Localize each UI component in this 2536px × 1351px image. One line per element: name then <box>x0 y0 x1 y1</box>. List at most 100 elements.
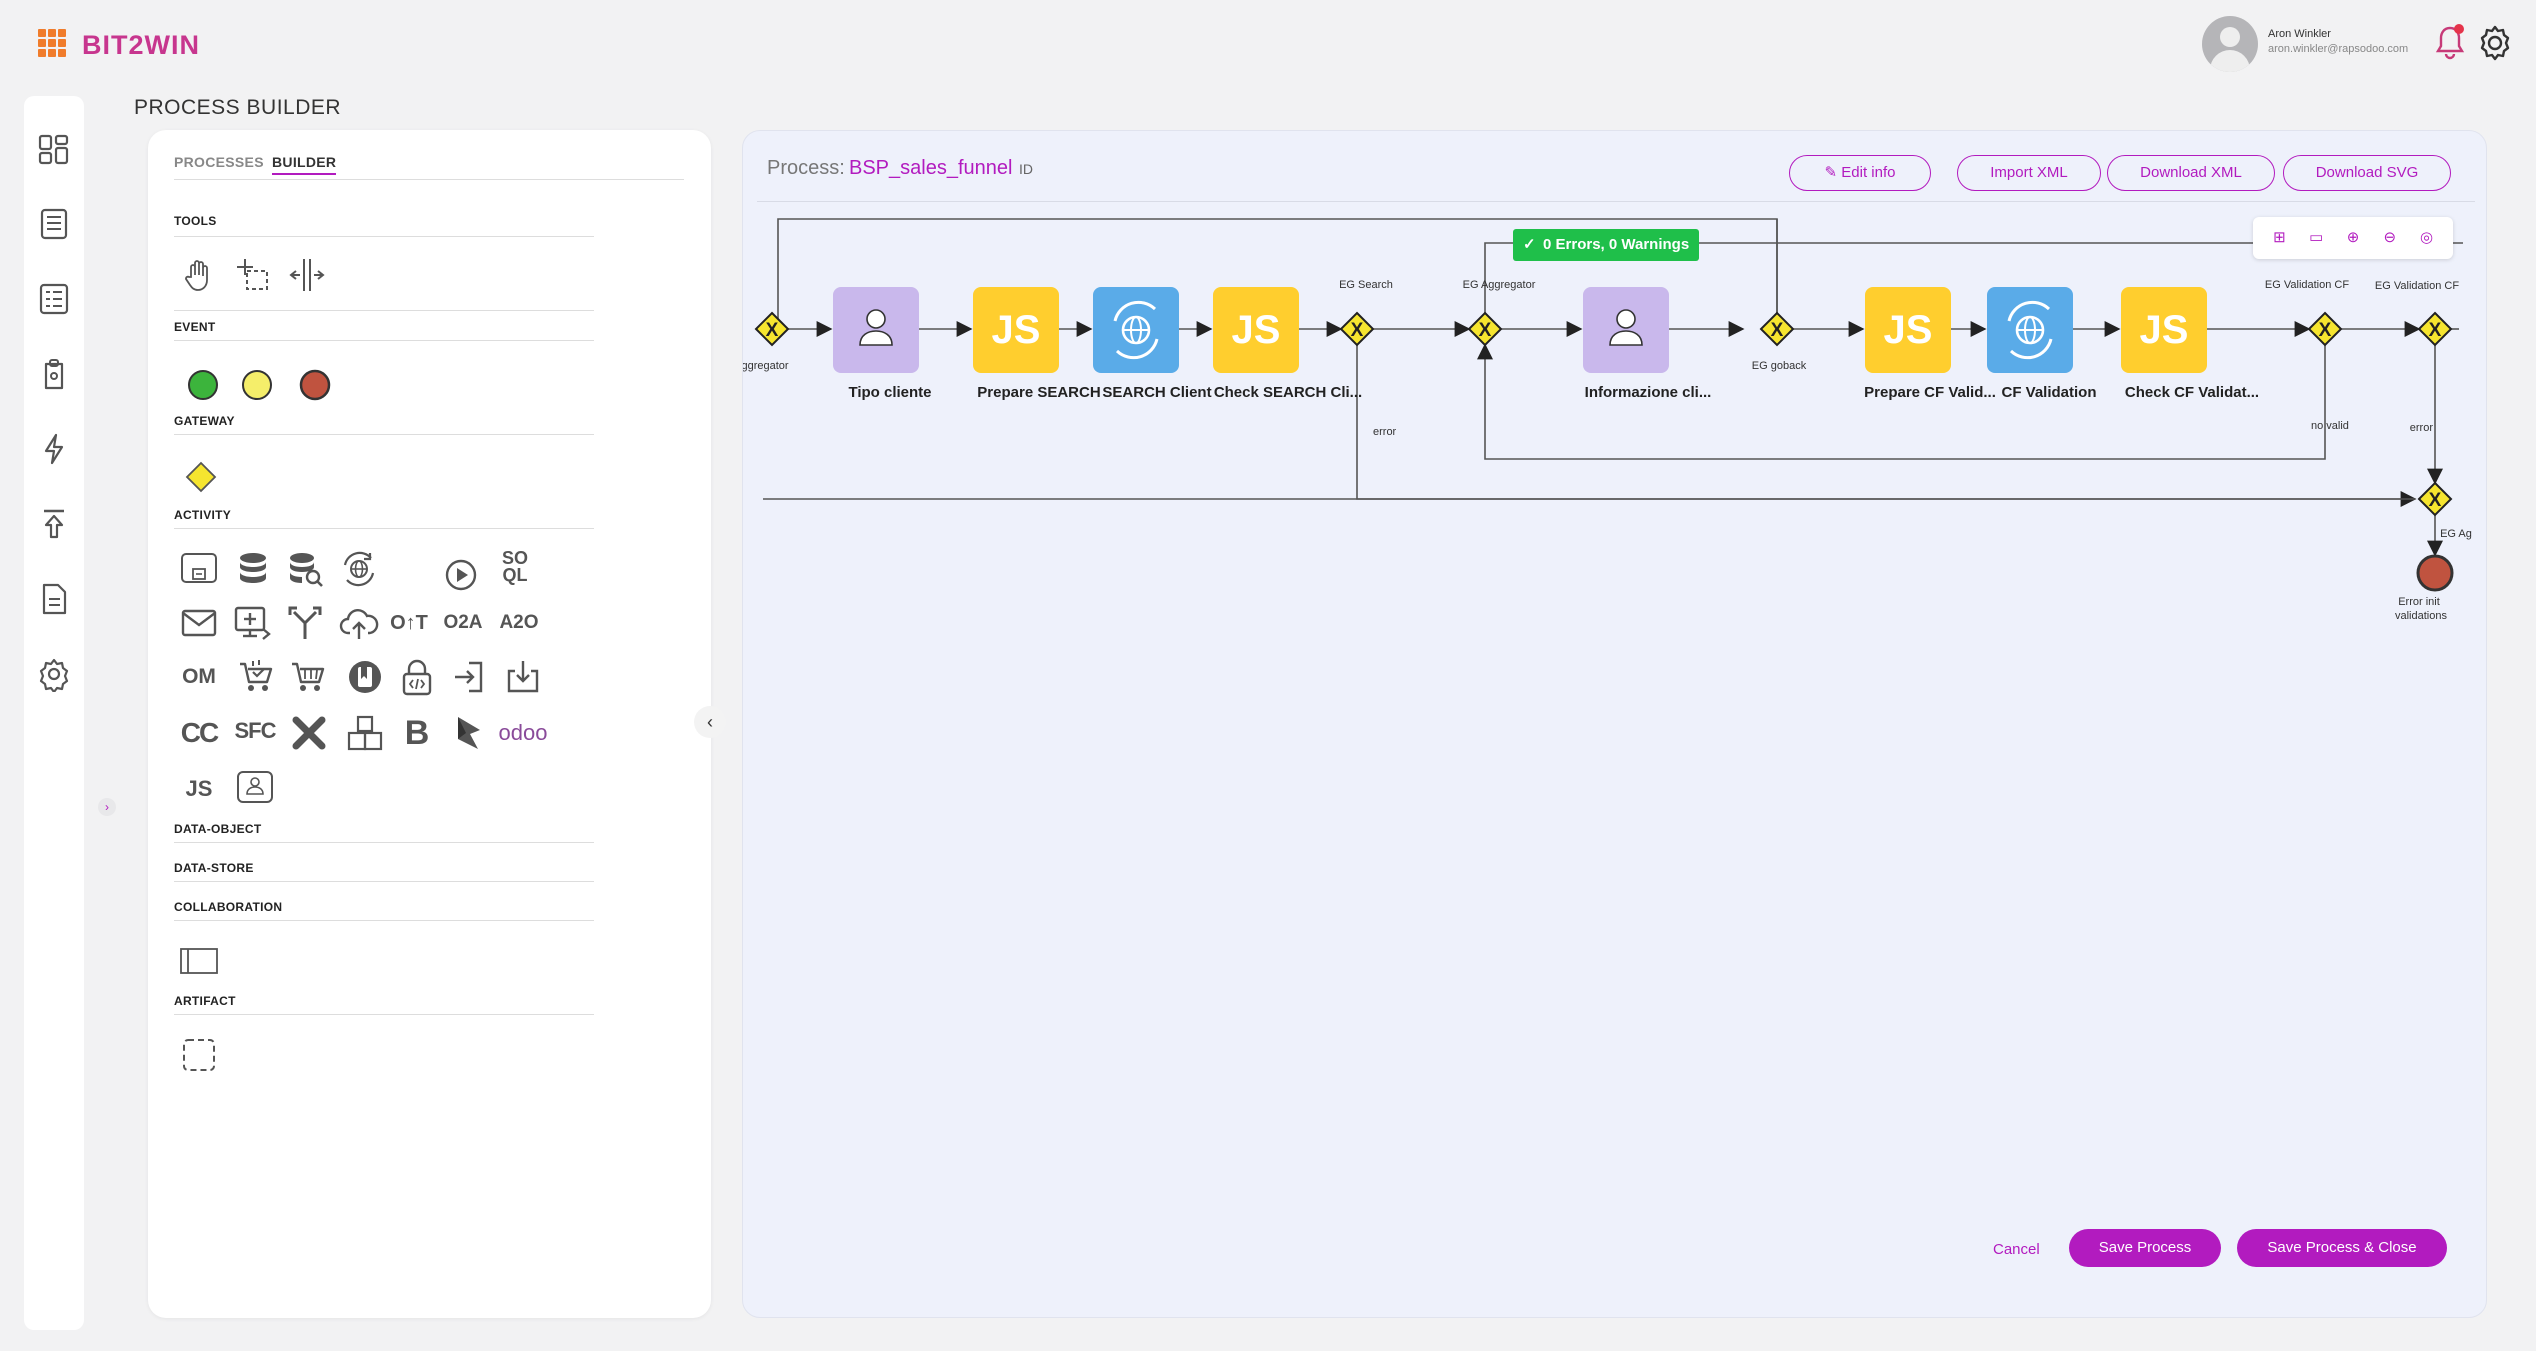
odoo-icon[interactable]: odoo <box>499 712 548 754</box>
task-check-search[interactable]: JS <box>1213 287 1299 373</box>
end-event-icon[interactable] <box>294 364 336 406</box>
subprocess-icon[interactable] <box>178 548 220 590</box>
ot-icon[interactable]: O↑T <box>388 602 430 644</box>
zoom-out-icon[interactable]: ⊖ <box>2378 226 2402 250</box>
gateway-eg-goback[interactable]: X <box>1759 311 1795 347</box>
gateway-aggregator-left[interactable]: X <box>754 311 790 347</box>
database-icon[interactable] <box>232 548 274 590</box>
bell-icon[interactable] <box>2432 22 2468 62</box>
download-tray-icon[interactable] <box>502 656 544 698</box>
gateway-label: EG Validation CF <box>2265 279 2349 291</box>
catalog-icon[interactable] <box>36 206 72 242</box>
email-icon[interactable] <box>178 602 220 644</box>
id-icon[interactable]: ID <box>1019 161 1033 177</box>
boxes-icon[interactable] <box>344 712 386 754</box>
svg-text:X: X <box>1351 320 1364 341</box>
svg-text:X: X <box>1771 320 1784 341</box>
split-icon[interactable] <box>284 602 326 644</box>
bookmark-coin-icon[interactable] <box>344 656 386 698</box>
keyboard-icon[interactable]: ▭ <box>2304 226 2328 250</box>
bpmn-diagram[interactable]: X X X X X X X JS JS JS JS Tipo cliente P… <box>743 203 2488 763</box>
process-canvas-panel: Process: BSP_sales_funnel ID ✎ Edit info… <box>742 130 2487 1318</box>
space-tool-icon[interactable] <box>286 254 328 296</box>
database-search-icon[interactable] <box>284 548 326 590</box>
a2o-icon[interactable]: A2O <box>498 602 540 644</box>
apps-grid-icon[interactable] <box>38 29 66 57</box>
dynamics-icon[interactable] <box>448 712 490 754</box>
end-event-error[interactable] <box>2416 554 2454 592</box>
gateway-eg-validation-cf-1[interactable]: X <box>2307 311 2343 347</box>
gateway-label: EG Aggregator <box>1463 279 1536 291</box>
divider <box>174 528 594 529</box>
deploy-icon[interactable] <box>36 506 72 542</box>
gateway-icon[interactable] <box>180 456 222 498</box>
hand-tool-icon[interactable] <box>178 254 220 296</box>
tab-processes[interactable]: PROCESSES <box>174 154 264 170</box>
task-prepare-search[interactable]: JS <box>973 287 1059 373</box>
gateway-eg-ag[interactable]: X <box>2417 481 2453 517</box>
task-informazione-cliente[interactable] <box>1583 287 1669 373</box>
fit-view-icon[interactable]: ◎ <box>2415 226 2439 250</box>
cc-icon[interactable]: CC <box>178 712 220 754</box>
sfc-icon[interactable]: SFC <box>234 710 277 752</box>
cloud-upload-icon[interactable] <box>338 602 380 644</box>
user-menu[interactable]: Aron Winkler aron.winkler@rapsodoo.com <box>2202 16 2422 72</box>
import-xml-button[interactable]: Import XML <box>1957 155 2101 191</box>
minimap-icon[interactable]: ⊞ <box>2267 226 2291 250</box>
flash-icon[interactable] <box>36 431 72 467</box>
tasks-icon[interactable] <box>36 281 72 317</box>
gateway-eg-search[interactable]: X <box>1339 311 1375 347</box>
sidebar-expand-button[interactable]: › <box>98 798 116 816</box>
lasso-tool-icon[interactable] <box>232 254 274 296</box>
cancel-button[interactable]: Cancel <box>1993 1241 2040 1258</box>
pool-icon[interactable] <box>178 940 220 982</box>
section-gateway: GATEWAY <box>174 414 235 428</box>
settings-icon[interactable] <box>36 656 72 692</box>
clipboard-icon[interactable] <box>36 356 72 392</box>
svg-text:X: X <box>1479 320 1492 341</box>
x-close-icon[interactable] <box>288 712 330 754</box>
divider <box>174 920 594 921</box>
save-process-close-button[interactable]: Save Process & Close <box>2237 1229 2447 1267</box>
gateway-eg-validation-cf-2[interactable]: X <box>2417 311 2453 347</box>
task-check-cf[interactable]: JS <box>2121 287 2207 373</box>
app-logo[interactable]: BIT2WIN <box>82 30 200 61</box>
dashboard-icon[interactable] <box>36 132 72 168</box>
b-icon[interactable]: B <box>396 712 438 754</box>
play-icon[interactable] <box>440 554 482 596</box>
task-tipo-cliente[interactable] <box>833 287 919 373</box>
o2a-icon[interactable]: O2A <box>442 602 484 644</box>
add-screen-icon[interactable] <box>232 602 274 644</box>
gateway-eg-aggregator[interactable]: X <box>1467 311 1503 347</box>
group-icon[interactable] <box>178 1034 220 1076</box>
login-icon[interactable] <box>448 656 490 698</box>
js-icon[interactable]: JS <box>178 768 220 810</box>
lock-code-icon[interactable] <box>396 656 438 698</box>
user-task-palette-icon[interactable] <box>234 766 276 808</box>
gear-icon[interactable] <box>2476 24 2514 62</box>
validation-badge[interactable]: 0 Errors, 0 Warnings <box>1513 229 1700 261</box>
web-service-icon[interactable] <box>338 548 380 590</box>
cart-check-icon[interactable] <box>236 656 278 698</box>
user-avatar[interactable] <box>2202 16 2258 72</box>
zoom-in-icon[interactable]: ⊕ <box>2341 226 2365 250</box>
task-search-client[interactable] <box>1093 287 1179 373</box>
task-glyph-js: JS <box>1232 308 1281 352</box>
download-svg-button[interactable]: Download SVG <box>2283 155 2451 191</box>
sidebar: › <box>24 96 116 1330</box>
soql-icon[interactable]: SO QL <box>494 546 536 588</box>
save-process-button[interactable]: Save Process <box>2069 1229 2221 1267</box>
collapse-panel-button[interactable]: ‹ <box>694 706 726 738</box>
cart-icon[interactable] <box>288 656 330 698</box>
tab-builder[interactable]: BUILDER <box>272 154 337 175</box>
download-xml-button[interactable]: Download XML <box>2107 155 2275 191</box>
intermediate-event-icon[interactable] <box>236 364 278 406</box>
document-icon[interactable] <box>36 581 72 617</box>
task-prepare-cf[interactable]: JS <box>1865 287 1951 373</box>
task-cf-validation[interactable] <box>1987 287 2073 373</box>
start-event-icon[interactable] <box>182 364 224 406</box>
om-icon[interactable]: OM <box>178 656 220 698</box>
process-name: BSP_sales_funnel <box>849 157 1013 179</box>
task-glyph-js: JS <box>2140 308 2189 352</box>
edit-info-button[interactable]: ✎ Edit info <box>1789 155 1931 191</box>
